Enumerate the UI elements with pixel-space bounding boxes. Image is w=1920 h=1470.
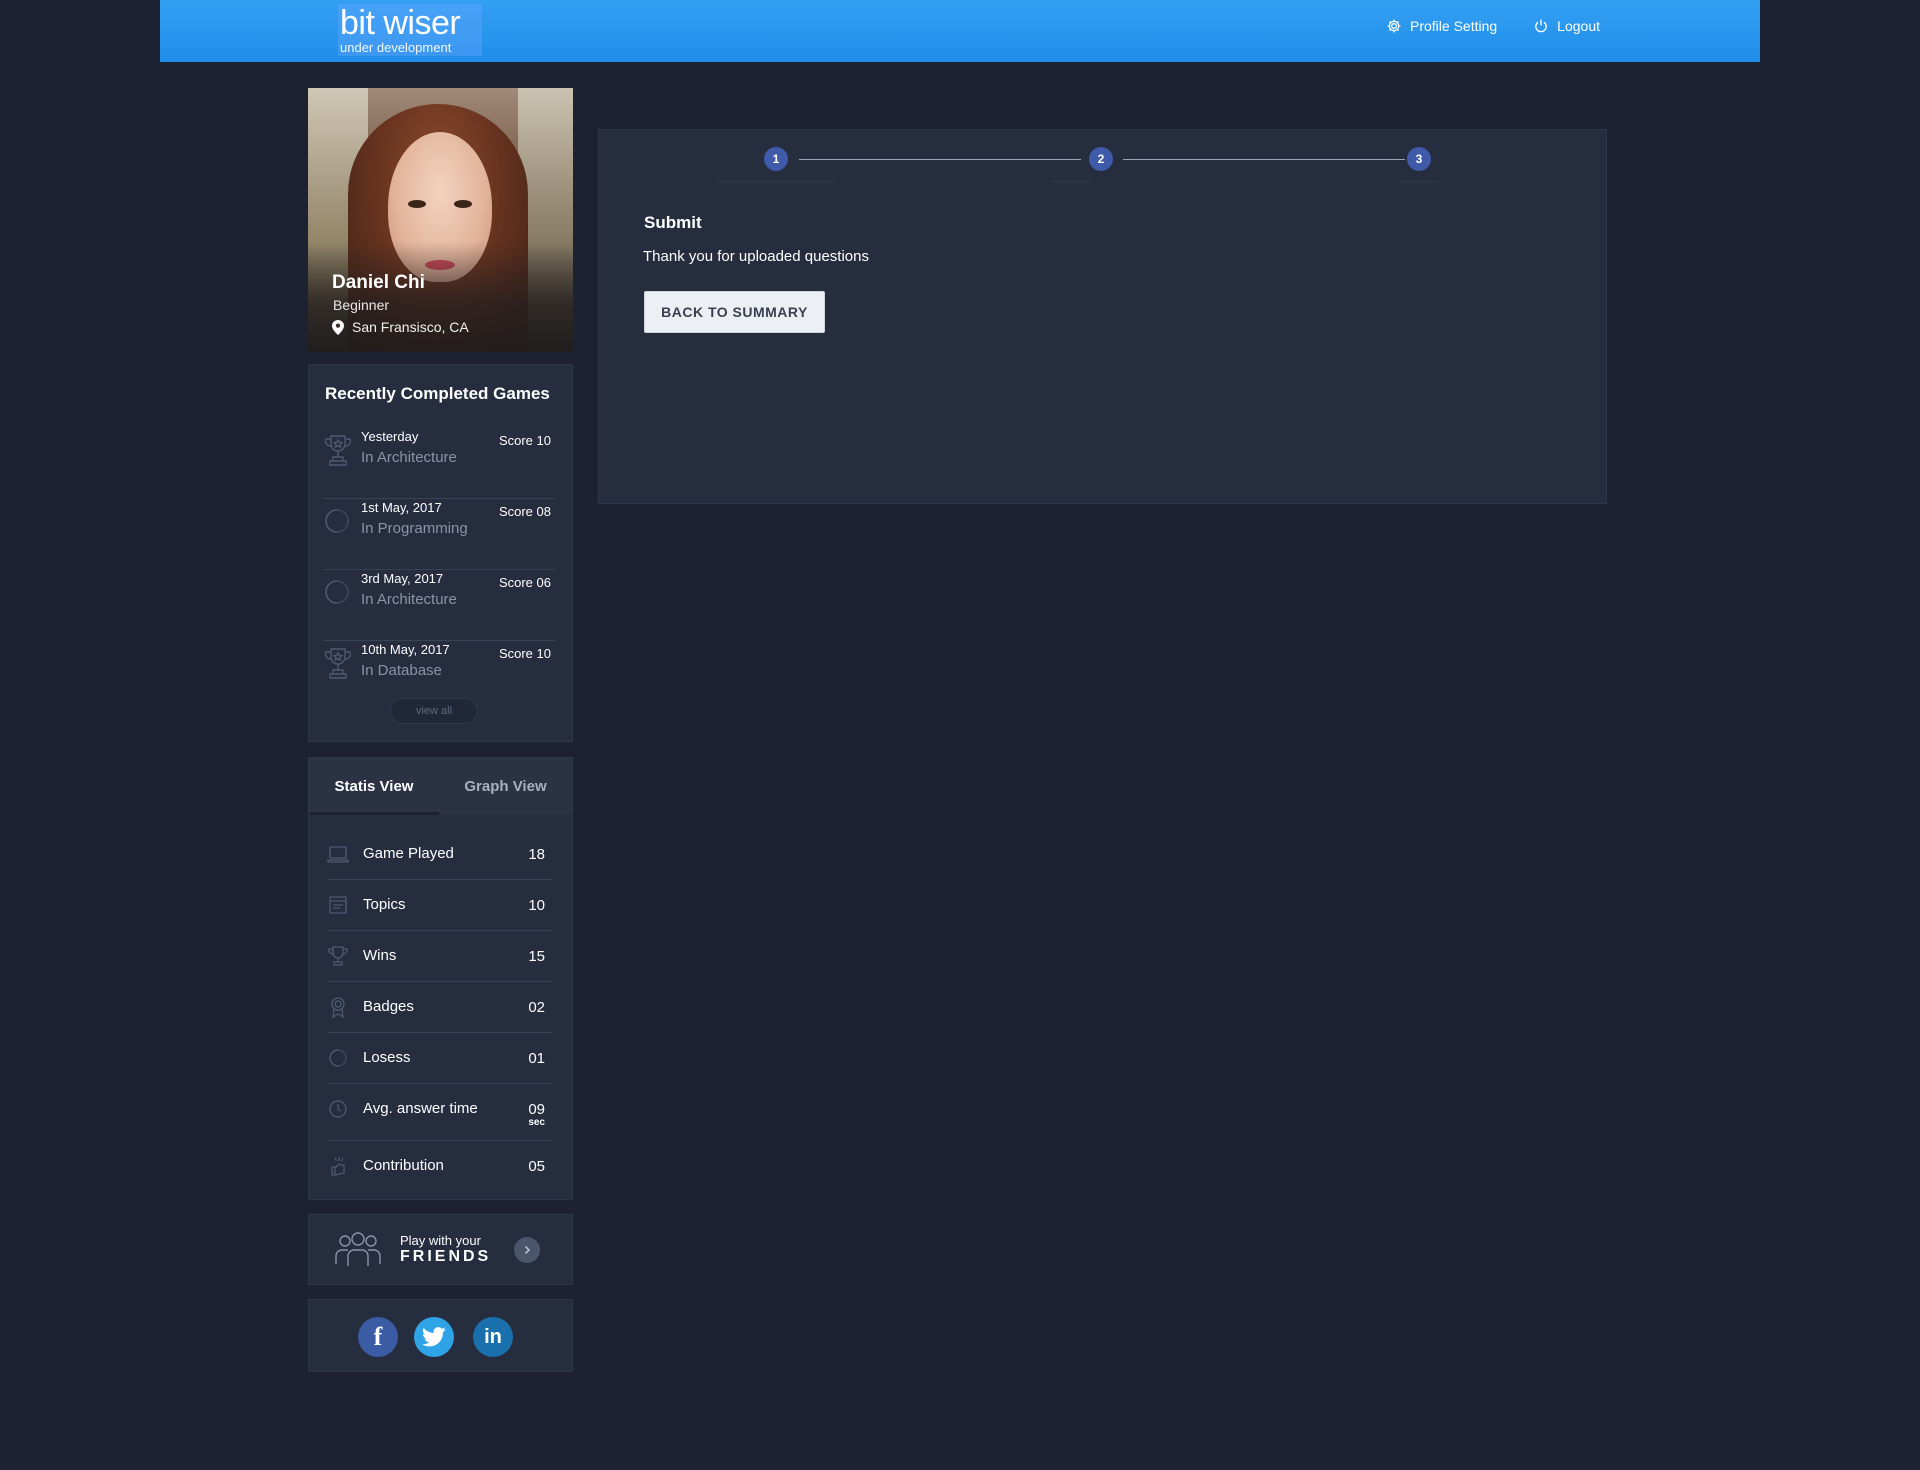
stat-label: Avg. answer time <box>363 1100 478 1117</box>
stat-row-game-played: Game Played 18 <box>327 829 553 880</box>
trophy-icon <box>324 435 352 466</box>
submit-title: Submit <box>644 213 702 232</box>
profile-setting-link[interactable]: Profile Setting <box>1386 18 1497 34</box>
stat-value-unit: sec <box>528 1117 545 1128</box>
logout-label: Logout <box>1557 18 1600 34</box>
game-date: 3rd May, 2017 <box>361 571 444 586</box>
game-date: 10th May, 2017 <box>361 642 450 657</box>
recent-games-title: Recently Completed Games <box>325 384 550 403</box>
badge-icon <box>331 997 345 1018</box>
profile-setting-label: Profile Setting <box>1410 18 1498 34</box>
power-icon <box>1535 19 1547 33</box>
stat-label: Losess <box>363 1049 411 1066</box>
step-1[interactable]: 1 <box>764 147 788 171</box>
game-score: Score 10 <box>498 433 551 448</box>
loss-circle-icon <box>325 580 349 604</box>
step-3[interactable]: 3 <box>1407 147 1431 171</box>
logo-subtitle: under development <box>340 40 452 55</box>
stat-label: Badges <box>363 998 414 1015</box>
location-pin-icon <box>332 319 344 335</box>
stat-value: 01 <box>528 1050 545 1067</box>
stats-panel: Statis View Graph View Game Played 18 To… <box>308 757 573 1200</box>
game-date: 1st May, 2017 <box>361 500 442 515</box>
stats-tabs: Statis View Graph View <box>309 758 572 815</box>
profile-location: San Fransisco, CA <box>332 319 469 335</box>
facebook-button[interactable]: f <box>358 1317 398 1357</box>
tab-statis-view[interactable]: Statis View <box>309 758 439 815</box>
stepper-connector <box>1123 159 1405 160</box>
chevron-right-icon <box>525 1246 530 1254</box>
stat-value: 09 sec <box>528 1101 545 1128</box>
stat-value: 05 <box>528 1158 545 1175</box>
back-to-summary-button[interactable]: BACK TO SUMMARY <box>644 291 825 333</box>
stat-row-losess: Losess 01 <box>327 1033 553 1084</box>
stat-value: 10 <box>528 897 545 914</box>
loss-circle-icon <box>329 1049 347 1067</box>
stat-row-topics: Topics 10 <box>327 880 553 931</box>
gear-icon <box>1387 19 1401 33</box>
logo-title: bit wiser <box>340 4 461 42</box>
game-category: In Architecture <box>361 449 457 466</box>
linkedin-button[interactable]: in <box>473 1317 513 1357</box>
stat-value: 15 <box>528 948 545 965</box>
stat-label: Topics <box>363 896 406 913</box>
list-item[interactable]: 1st May, 2017 In Programming Score 08 <box>323 500 555 570</box>
stat-row-contribution: Contribution 05 <box>327 1141 553 1192</box>
stat-row-badges: Badges 02 <box>327 982 553 1033</box>
profile-location-text: San Fransisco, CA <box>352 319 469 335</box>
stat-label: Contribution <box>363 1157 444 1174</box>
top-nav: Profile Setting Logout <box>1386 18 1600 34</box>
stat-value: 18 <box>528 846 545 863</box>
submit-message: Thank you for uploaded questions <box>643 248 869 265</box>
game-score: Score 10 <box>498 646 551 661</box>
friends-line1: Play with your <box>400 1233 481 1248</box>
submit-panel: 1 2 3 Submit Thank you for uploaded ques… <box>598 129 1607 504</box>
logo[interactable]: bit wiser under development <box>338 4 482 56</box>
game-date: Yesterday <box>361 429 419 444</box>
game-category: In Database <box>361 662 442 679</box>
friends-go-button[interactable] <box>514 1237 540 1263</box>
trophy-icon <box>324 648 352 679</box>
game-score: Score 08 <box>498 504 551 519</box>
game-score: Score 06 <box>498 575 551 590</box>
contribution-icon <box>331 1157 345 1176</box>
profile-name: Daniel Chi <box>332 272 425 293</box>
twitter-icon <box>422 1327 446 1347</box>
stepper-connector <box>799 159 1081 160</box>
step-2[interactable]: 2 <box>1089 147 1113 171</box>
list-item[interactable]: Yesterday In Architecture Score 10 <box>323 429 555 499</box>
friends-line2: FRIENDS <box>400 1248 492 1265</box>
view-all-button[interactable]: view all <box>390 698 478 724</box>
laptop-icon <box>327 846 349 863</box>
stat-row-wins: Wins 15 <box>327 931 553 982</box>
social-panel: f in <box>308 1299 573 1372</box>
profile-card: Daniel Chi Beginner San Fransisco, CA <box>308 88 573 352</box>
stat-label: Game Played <box>363 845 454 862</box>
tab-graph-view[interactable]: Graph View <box>439 758 572 815</box>
stat-value: 02 <box>528 999 545 1016</box>
game-category: In Architecture <box>361 591 457 608</box>
loss-circle-icon <box>325 509 349 533</box>
stat-label: Wins <box>363 947 397 964</box>
game-category: In Programming <box>361 520 468 537</box>
recent-games-panel: Recently Completed Games Yesterday In Ar… <box>308 364 573 742</box>
trophy-icon <box>328 946 348 966</box>
stat-value-number: 09 <box>528 1101 545 1118</box>
top-header: bit wiser under development Profile Sett… <box>160 0 1760 62</box>
play-with-friends-panel[interactable]: Play with your FRIENDS <box>308 1214 573 1285</box>
group-icon <box>335 1232 381 1266</box>
clock-icon <box>329 1100 347 1118</box>
profile-level: Beginner <box>333 297 390 313</box>
topics-icon <box>329 896 347 914</box>
logout-link[interactable]: Logout <box>1533 18 1600 34</box>
list-item[interactable]: 3rd May, 2017 In Architecture Score 06 <box>323 571 555 641</box>
twitter-button[interactable] <box>414 1317 454 1357</box>
stat-row-avg-answer-time: Avg. answer time 09 sec <box>327 1084 553 1141</box>
